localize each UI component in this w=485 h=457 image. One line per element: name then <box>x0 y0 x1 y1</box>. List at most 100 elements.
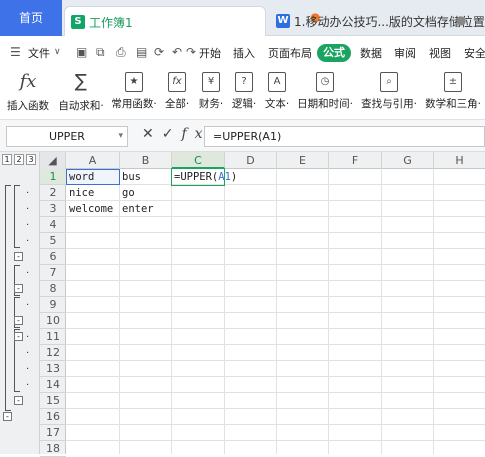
chevron-down-icon[interactable]: ∨ <box>54 47 61 57</box>
tab-home[interactable]: 首页 <box>0 0 62 36</box>
select-all-corner[interactable]: ◢ <box>40 152 66 169</box>
row-header-11[interactable]: 11 <box>40 329 66 345</box>
undo-icon[interactable]: ↶ <box>172 45 182 59</box>
cell-b1[interactable]: bus <box>119 169 171 185</box>
row-gridline <box>66 232 485 233</box>
menu-review[interactable]: 审阅 <box>394 45 416 61</box>
row-header-17[interactable]: 17 <box>40 425 66 441</box>
outline-collapse-icon[interactable]: - <box>3 412 12 421</box>
row-header-14[interactable]: 14 <box>40 377 66 393</box>
menu-file[interactable]: 文件 <box>28 45 50 61</box>
save-icon[interactable]: ▣ <box>76 45 87 59</box>
row-header-13[interactable]: 13 <box>40 361 66 377</box>
column-header-e[interactable]: E <box>277 152 329 169</box>
outline-panel: 1 2 3 · · · · · · · · · · - - - - - - <box>0 152 40 454</box>
row-header-9[interactable]: 9 <box>40 297 66 313</box>
preview-icon[interactable]: ▤ <box>136 45 147 59</box>
outline-level-3-button[interactable]: 3 <box>26 154 36 165</box>
outline-collapse-icon[interactable]: - <box>14 284 23 293</box>
column-header-f[interactable]: F <box>329 152 382 169</box>
row-header-1[interactable]: 1 <box>40 169 66 185</box>
datetime-button[interactable]: ◷ 日期和时间· <box>296 68 354 120</box>
finance-button[interactable]: ¥ 财务· <box>196 68 226 120</box>
autosum-button[interactable]: ∑ 自动求和· <box>56 68 106 120</box>
outline-collapse-icon[interactable]: - <box>14 332 23 341</box>
row-gridline <box>66 312 485 313</box>
tab-workbook[interactable]: S 工作簿1 ● <box>64 6 320 36</box>
finance-label: 财务· <box>198 98 224 110</box>
outline-level-1-button[interactable]: 1 <box>2 154 12 165</box>
logic-label: 逻辑· <box>231 98 257 110</box>
common-function-label: 常用函数· <box>111 98 157 110</box>
row-header-12[interactable]: 12 <box>40 345 66 361</box>
confirm-icon[interactable]: ✓ <box>162 126 182 142</box>
document-icon: W <box>276 14 290 28</box>
outline-collapse-icon[interactable]: - <box>14 396 23 405</box>
logic-button[interactable]: ? 逻辑· <box>230 68 258 120</box>
cell-area[interactable]: word bus =UPPER(A1) nice go welcome ente… <box>66 168 485 454</box>
row-header-8[interactable]: 8 <box>40 281 66 297</box>
row-header-6[interactable]: 6 <box>40 249 66 265</box>
math-icon: ± <box>444 72 462 92</box>
formula-input[interactable]: =UPPER(A1) <box>204 126 485 147</box>
menu-insert[interactable]: 插入 <box>233 45 255 61</box>
name-box-dropdown-icon[interactable]: ▾ <box>118 127 123 146</box>
column-header-a[interactable]: A <box>66 152 120 169</box>
active-cell-cursor <box>171 168 225 186</box>
outline-dot: · <box>26 364 30 375</box>
tab-document[interactable]: W 1.移动办公技巧...版的文档存储位置 ● <box>270 6 485 36</box>
common-function-button[interactable]: ★ 常用函数· <box>110 68 158 120</box>
row-header-7[interactable]: 7 <box>40 265 66 281</box>
column-header-g[interactable]: G <box>382 152 434 169</box>
name-box[interactable]: UPPER ▾ <box>6 126 128 147</box>
column-header-b[interactable]: B <box>120 152 172 169</box>
cancel-icon[interactable]: ✕ <box>142 126 162 142</box>
lookup-icon: ⌕ <box>380 72 398 92</box>
row-header-3[interactable]: 3 <box>40 201 66 217</box>
row-header-5[interactable]: 5 <box>40 233 66 249</box>
math-button[interactable]: ± 数学和三角· <box>424 68 482 120</box>
format-painter-icon[interactable]: ⟳ <box>154 45 164 59</box>
lookup-button[interactable]: ⌕ 查找与引用· <box>360 68 418 120</box>
all-functions-button[interactable]: fx 全部· <box>162 68 192 120</box>
outline-collapse-icon[interactable]: - <box>14 316 23 325</box>
row-header-4[interactable]: 4 <box>40 217 66 233</box>
formula-bar: UPPER ▾ ✕✓fx =UPPER(A1) <box>0 120 485 152</box>
row-gridline <box>66 248 485 249</box>
row-gridline <box>66 328 485 329</box>
column-header-c[interactable]: C <box>172 152 225 169</box>
menu-page-layout[interactable]: 页面布局 <box>268 45 312 61</box>
menu-bar: ☰ 文件 ∨ ▣ ⧉ ⎙ ▤ ⟳ ↶ ↷ 开始 插入 页面布局 公式 数据 审阅… <box>0 36 485 68</box>
row-header-10[interactable]: 10 <box>40 313 66 329</box>
cell-b3[interactable]: enter <box>119 201 171 217</box>
menu-security[interactable]: 安全 <box>464 45 485 61</box>
column-header-d[interactable]: D <box>225 152 277 169</box>
cell-a2[interactable]: nice <box>66 185 119 201</box>
insert-function-button[interactable]: fx 插入函数 <box>6 68 50 120</box>
row-header-15[interactable]: 15 <box>40 393 66 409</box>
outline-dot: · <box>26 220 30 231</box>
outline-collapse-icon[interactable]: - <box>14 252 23 261</box>
print-icon[interactable]: ⎙ <box>116 45 126 60</box>
menu-data[interactable]: 数据 <box>360 45 382 61</box>
menu-home[interactable]: 开始 <box>199 45 221 61</box>
outline-group-2a <box>14 185 20 248</box>
row-header-column: 1 2 3 4 5 6 7 8 9 10 11 12 13 14 15 16 1… <box>40 169 66 457</box>
tab-dot-icon[interactable]: ● <box>456 13 466 27</box>
row-header-18[interactable]: 18 <box>40 441 66 457</box>
outline-level-2-button[interactable]: 2 <box>14 154 24 165</box>
cell-a1[interactable]: word <box>66 169 119 185</box>
outline-dot: · <box>26 332 30 343</box>
cell-b2[interactable]: go <box>119 185 171 201</box>
column-header-h[interactable]: H <box>434 152 485 169</box>
menu-view[interactable]: 视图 <box>429 45 451 61</box>
cell-a3[interactable]: welcome <box>66 201 119 217</box>
row-gridline <box>66 424 485 425</box>
row-header-2[interactable]: 2 <box>40 185 66 201</box>
hamburger-menu-icon[interactable]: ☰ <box>10 45 21 59</box>
text-function-button[interactable]: A 文本· <box>262 68 292 120</box>
row-header-16[interactable]: 16 <box>40 409 66 425</box>
menu-formula[interactable]: 公式 <box>317 44 351 62</box>
export-icon[interactable]: ⧉ <box>96 45 105 60</box>
redo-icon[interactable]: ↷ <box>186 45 196 59</box>
